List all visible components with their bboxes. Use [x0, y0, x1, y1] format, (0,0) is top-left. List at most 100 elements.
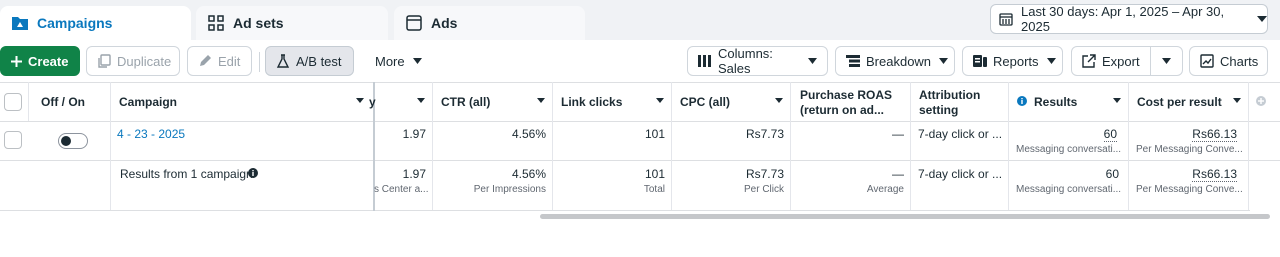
create-button[interactable]: Create: [0, 46, 80, 76]
summary-results: 60: [1105, 167, 1119, 181]
summary-ctr-subtext: Per Impressions: [473, 184, 546, 195]
columns-label: Columns: Sales: [718, 46, 773, 76]
summary-cpc-subtext: Per Click: [743, 184, 784, 195]
breakdown-label: Breakdown: [866, 53, 932, 69]
campaign-name-link[interactable]: 4 - 23 - 2025: [117, 127, 185, 141]
row-checkbox[interactable]: [4, 131, 22, 149]
summary-cpc: Rs7.73: [745, 167, 784, 181]
campaigns-table: Off / On Campaign y CTR (all) Link click…: [0, 82, 1280, 219]
plus-icon: [11, 55, 22, 67]
select-all-checkbox[interactable]: [4, 93, 22, 111]
tab-ad-sets[interactable]: Ad sets: [196, 6, 388, 40]
sort-caret-icon[interactable]: [537, 98, 545, 103]
duplicate-button[interactable]: Duplicate: [86, 46, 180, 76]
cost-per-result-value: Rs66.13: [1129, 127, 1237, 142]
tab-campaigns[interactable]: Campaigns: [0, 6, 191, 40]
sort-caret-icon[interactable]: [656, 98, 664, 103]
header-results[interactable]: Results: [1034, 95, 1077, 109]
info-icon[interactable]: [1017, 96, 1027, 106]
header-cost-per-result[interactable]: Cost per result: [1137, 95, 1222, 109]
date-range-picker[interactable]: Last 30 days: Apr 1, 2025 – Apr 30, 2025: [990, 4, 1268, 34]
chart-line-icon: [1200, 54, 1214, 68]
flask-icon: [276, 54, 290, 68]
summary-attribution: 7-day click or ...: [918, 167, 1003, 181]
reports-label: Reports: [993, 53, 1039, 69]
ab-test-button[interactable]: A/B test: [265, 46, 354, 76]
header-attribution-setting[interactable]: Attribution setting: [919, 88, 999, 118]
col-sep: [1248, 82, 1249, 210]
horizontal-scrollbar[interactable]: [540, 214, 1270, 219]
campaign-folder-icon: [11, 14, 29, 32]
export-icon: [1082, 54, 1096, 68]
tab-label: Ad sets: [233, 15, 284, 31]
chevron-down-icon: [1046, 58, 1056, 64]
summary-ctr: 4.56%: [511, 167, 546, 181]
top-tab-bar: Campaigns Ad sets Ads Last 30 days: Apr …: [0, 0, 1280, 40]
create-label: Create: [28, 53, 69, 69]
col-sep: [28, 82, 29, 121]
columns-icon: [698, 55, 712, 67]
header-link-clicks[interactable]: Link clicks: [561, 95, 622, 109]
reports-dropdown[interactable]: Reports: [962, 46, 1063, 76]
header-ctr[interactable]: CTR (all): [441, 95, 490, 109]
col-sep: [1008, 82, 1009, 210]
attribution-value: 7-day click or ...: [918, 127, 1003, 141]
link-clicks-value: 101: [644, 127, 665, 141]
summary-label: Results from 1 campaign: [120, 167, 253, 181]
summary-divider: [0, 210, 1250, 211]
chevron-down-icon: [1257, 16, 1267, 22]
header-off-on[interactable]: Off / On: [41, 95, 85, 109]
charts-label: Charts: [1220, 53, 1259, 69]
cost-per-result-subtext: Per Messaging Conve...: [1136, 144, 1242, 155]
more-label: More: [375, 53, 405, 69]
summary-results-subtext: Messaging conversati...: [1016, 184, 1122, 195]
reports-icon: [973, 54, 987, 68]
header-cpc[interactable]: CPC (all): [680, 95, 730, 109]
ab-test-label: A/B test: [296, 53, 342, 69]
header-divider: [0, 121, 1280, 122]
summary-partial-subtext: s Center a...: [374, 184, 429, 195]
col-sep: [1128, 82, 1129, 210]
roas-value: —: [892, 127, 904, 141]
sort-caret-icon[interactable]: [775, 98, 783, 103]
summary-link-clicks-subtext: Total: [643, 184, 665, 195]
info-icon[interactable]: [248, 168, 258, 178]
summary-roas-subtext: Average: [866, 184, 904, 195]
export-label: Export: [1102, 53, 1140, 69]
calendar-icon: [999, 12, 1013, 26]
duplicate-label: Duplicate: [117, 53, 172, 69]
summary-cost-per-result: Rs66.13: [1129, 167, 1237, 182]
chevron-down-icon: [1162, 58, 1171, 64]
header-purchase-roas[interactable]: Purchase ROAS (return on ad...: [800, 88, 898, 118]
charts-button[interactable]: Charts: [1189, 46, 1268, 76]
results-value: 60: [1009, 127, 1117, 142]
summary-partial-value: 1.97: [402, 167, 426, 181]
breakdown-icon: [846, 55, 860, 67]
tab-ads[interactable]: Ads: [394, 6, 585, 40]
sort-caret-icon[interactable]: [356, 98, 364, 103]
campaign-toggle[interactable]: [58, 133, 88, 149]
export-button[interactable]: Export: [1071, 46, 1151, 76]
sort-caret-icon[interactable]: [1113, 98, 1121, 103]
sort-caret-icon[interactable]: [417, 98, 425, 103]
cpc-value: Rs7.73: [745, 127, 784, 141]
header-campaign[interactable]: Campaign: [119, 95, 177, 109]
pencil-icon: [198, 54, 212, 68]
results-subtext: Messaging conversati...: [1016, 144, 1122, 155]
more-dropdown[interactable]: More: [364, 46, 432, 76]
partial-column-value: 1.97: [402, 127, 426, 141]
summary-link-clicks: 101: [644, 167, 665, 181]
chevron-down-icon: [808, 58, 817, 64]
export-options-dropdown[interactable]: [1150, 46, 1183, 76]
columns-dropdown[interactable]: Columns: Sales: [687, 46, 828, 76]
header-partial-column[interactable]: y: [369, 95, 376, 109]
edit-button[interactable]: Edit: [187, 46, 252, 76]
sort-caret-icon[interactable]: [1233, 98, 1241, 103]
col-sep: [110, 82, 111, 210]
ctr-value: 4.56%: [511, 127, 546, 141]
add-column-icon[interactable]: [1256, 96, 1266, 106]
breakdown-dropdown[interactable]: Breakdown: [835, 46, 955, 76]
cost-number: Rs66.13: [1192, 127, 1237, 142]
toolbar-divider: [259, 52, 260, 72]
grid-icon: [207, 14, 225, 32]
